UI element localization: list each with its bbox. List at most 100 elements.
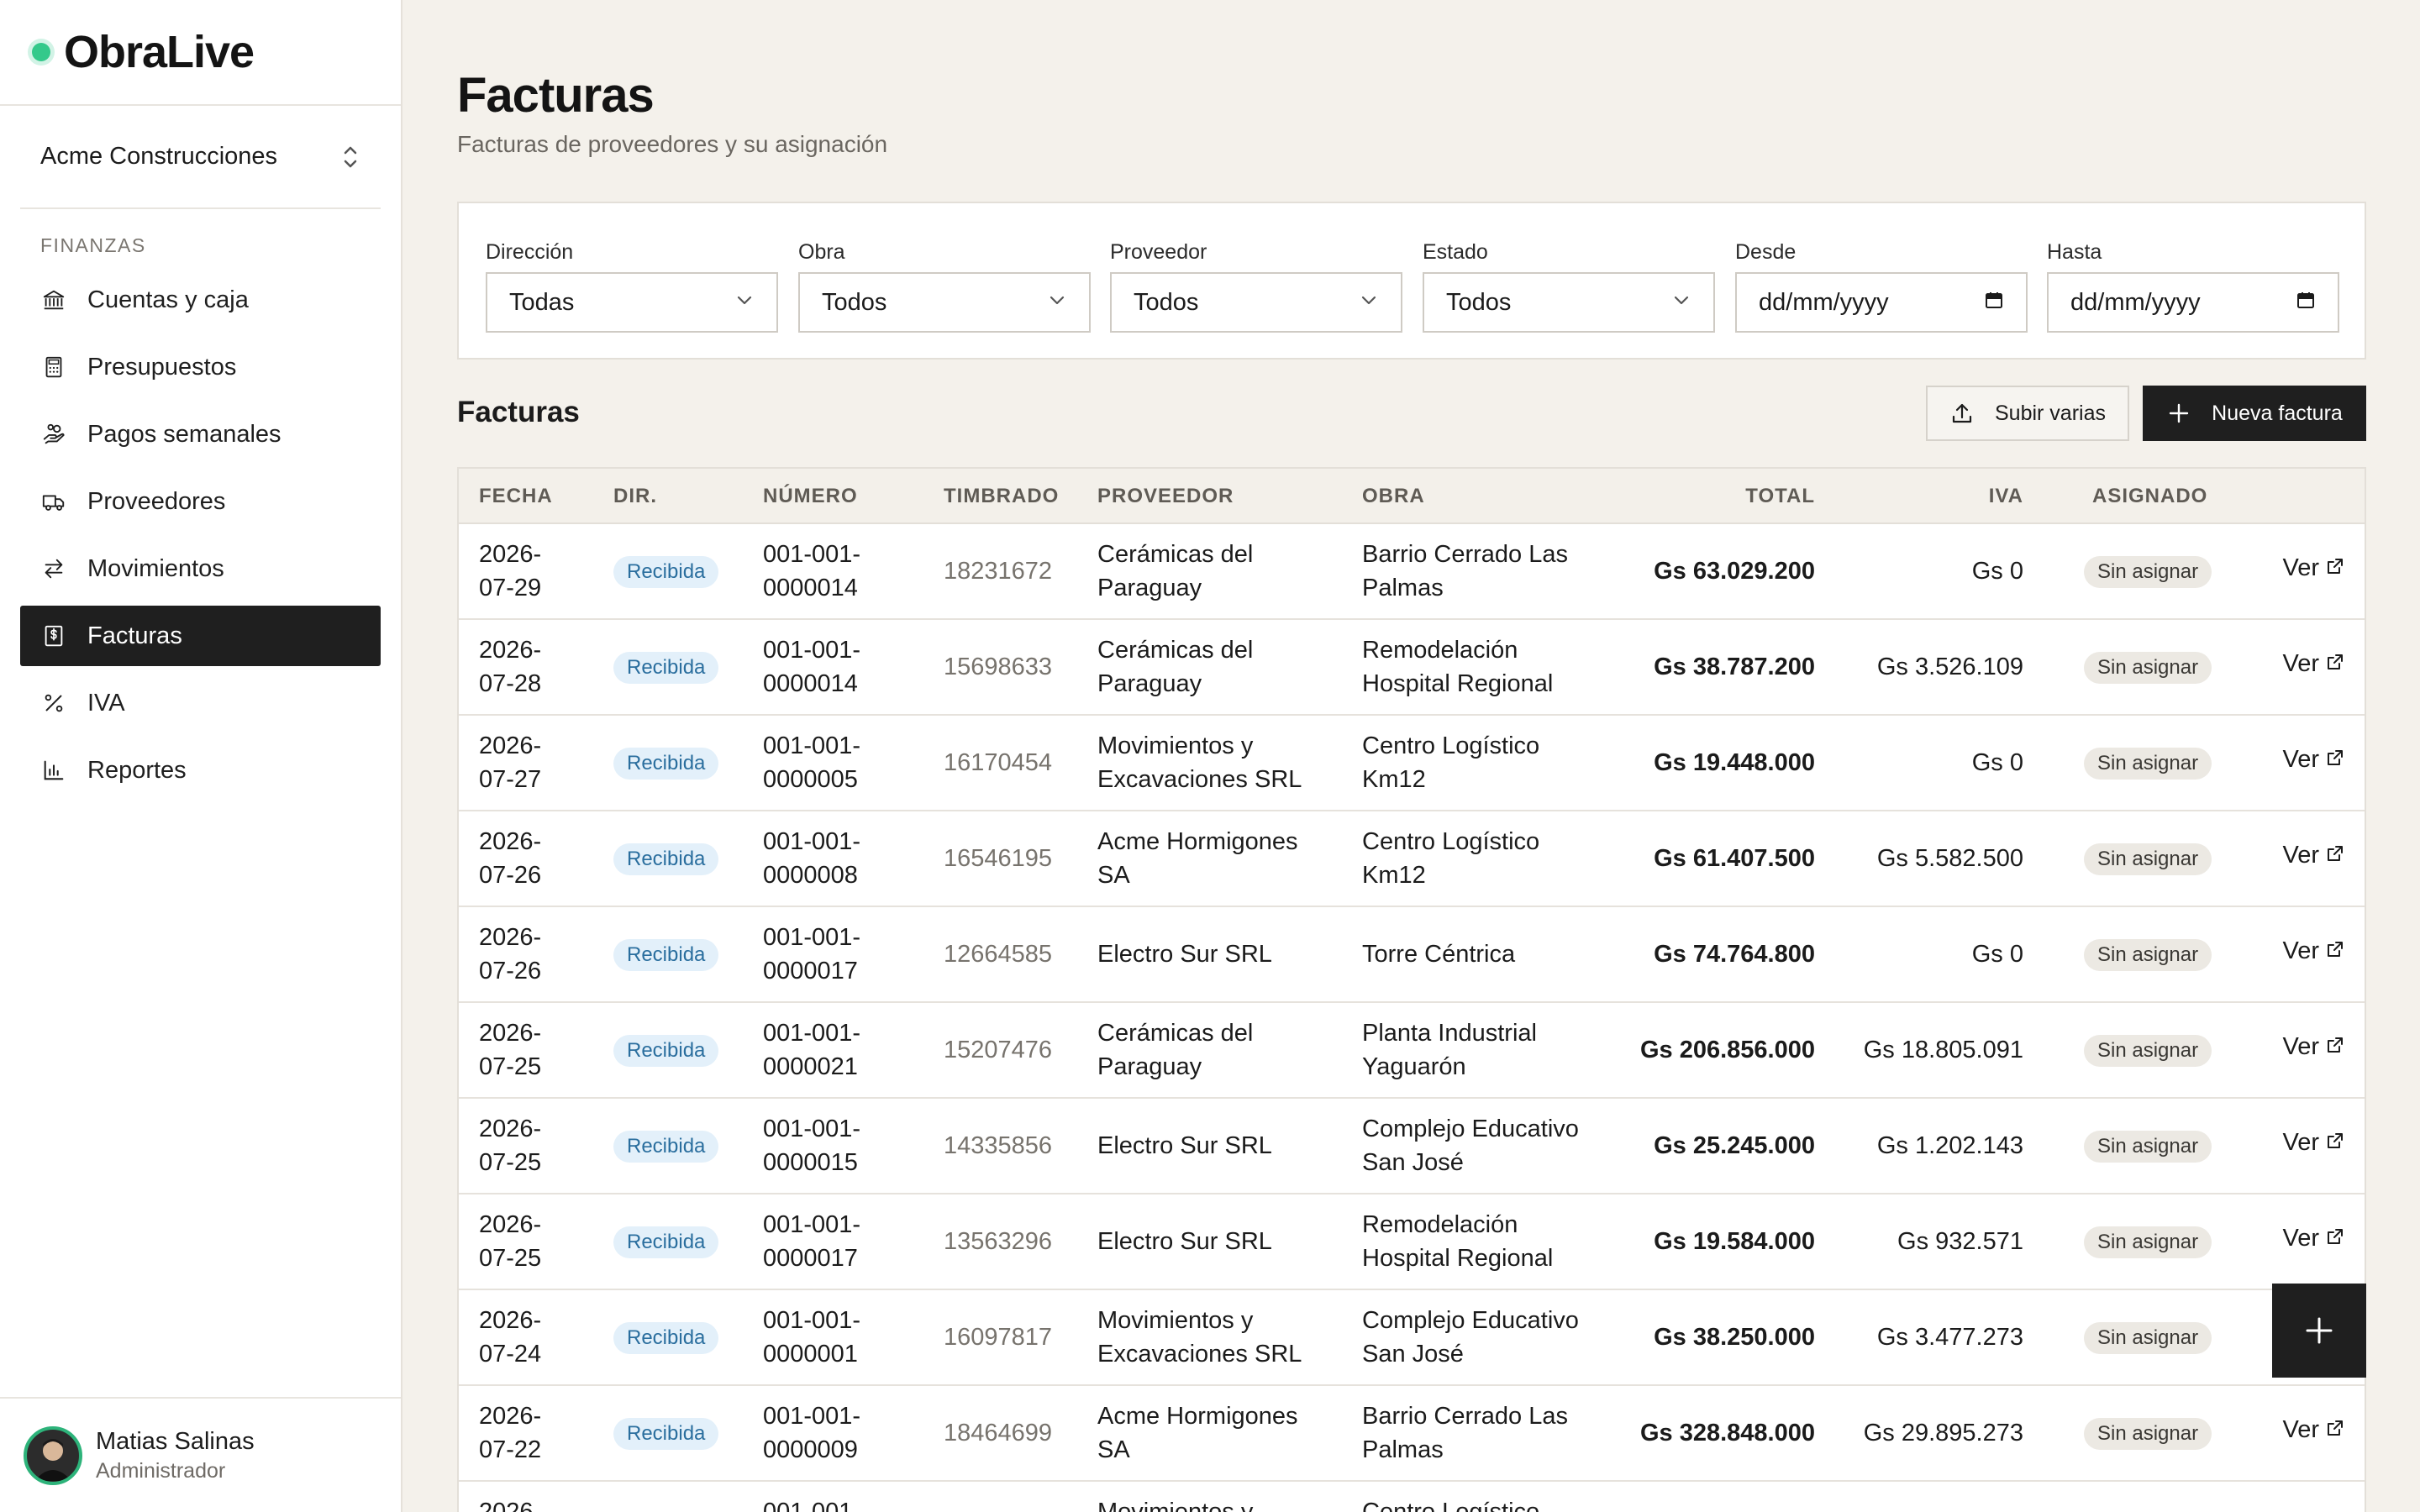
select-proveedor[interactable]: Todos: [1110, 272, 1402, 333]
cell-fecha: 2026- 07-28: [479, 633, 541, 701]
table-row[interactable]: 2026- 07-29 Recibida 001-001- 0000014 1823167…: [459, 524, 2365, 620]
view-link[interactable]: Ver: [2282, 554, 2344, 582]
cell-obra: Remodelación Hospital Regional: [1362, 633, 1553, 701]
cell-line: 001-001-: [763, 924, 861, 951]
column-header-proveedor[interactable]: PROVEEDOR: [1097, 469, 1234, 524]
cell-timbrado: 15207476: [944, 1037, 1053, 1063]
cell-fecha: 2026- 07-25: [479, 1112, 541, 1179]
select-obra[interactable]: Todos: [798, 272, 1091, 333]
cell-line: 0000014: [763, 575, 858, 601]
sidebar-item-pagos-semanales[interactable]: Pagos semanales: [20, 404, 381, 465]
column-header-obra[interactable]: OBRA: [1362, 469, 1425, 524]
view-link[interactable]: Ver: [2282, 1033, 2344, 1061]
logo[interactable]: ObraLive: [0, 0, 401, 106]
cell-line: Yaguarón: [1362, 1053, 1466, 1080]
new-invoice-button[interactable]: Nueva factura: [2143, 386, 2366, 441]
view-link[interactable]: Ver: [2282, 1416, 2344, 1444]
table-row[interactable]: 2026- 07-26 Recibida 001-001- 0000008 1654619…: [459, 811, 2365, 907]
cell-line: Movimientos y: [1097, 1307, 1254, 1334]
cell-obra: Centro Logístico Km12: [1362, 825, 1539, 892]
column-header-asignado[interactable]: ASIGNADO: [2092, 469, 2207, 524]
cell-line: San José: [1362, 1149, 1464, 1176]
upload-multiple-button[interactable]: Subir varias: [1926, 386, 2129, 441]
column-header-total[interactable]: TOTAL: [1745, 469, 1815, 524]
column-header-dir[interactable]: DIR.: [613, 469, 657, 524]
cell-numero: 001-001- 0000021: [763, 1016, 860, 1084]
view-link[interactable]: Ver: [2282, 842, 2344, 869]
sidebar-item-movimientos[interactable]: Movimientos: [20, 538, 381, 599]
sidebar-item-cuentas-y-caja[interactable]: Cuentas y caja: [20, 270, 381, 330]
table-row[interactable]: 2026- 07-28 Recibida 001-001- 0000014 1569863…: [459, 620, 2365, 716]
direction-badge: Recibida: [613, 556, 719, 588]
cell-fecha: 2026- 07-26: [479, 921, 541, 988]
cell-timbrado: 18464699: [944, 1420, 1053, 1446]
arrows-swap-icon: [40, 555, 67, 582]
cell-total: Gs 19.448.000: [1654, 749, 1815, 776]
cell-line: Palmas: [1362, 575, 1444, 601]
table-row[interactable]: 2026- 07-26 Recibida 001-001- 0000017 1266458…: [459, 907, 2365, 1003]
view-link[interactable]: Ver: [2282, 650, 2344, 678]
table-row[interactable]: 2026- 07-25 Recibida 001-001- 0000017 1356329…: [459, 1194, 2365, 1290]
page-title: Facturas: [457, 68, 655, 123]
view-link[interactable]: Ver: [2282, 937, 2344, 965]
cell-line: Electro Sur SRL: [1097, 941, 1272, 968]
cell-obra: Complejo Educativo San José: [1362, 1304, 1579, 1371]
table-row[interactable]: 2026- 07-24 Recibida 001-001- 0000001 1609781…: [459, 1290, 2365, 1386]
cell-line: 07-26: [479, 958, 542, 984]
cell-line: 2026-: [479, 924, 542, 951]
select-estado[interactable]: Todos: [1423, 272, 1715, 333]
column-header-timbrado[interactable]: TIMBRADO: [944, 469, 1059, 524]
cell-total: Gs 206.856.000: [1639, 1037, 1815, 1063]
plus-icon: [2169, 403, 2189, 423]
cell-line: Movimientos y: [1097, 1499, 1254, 1512]
select-direccion[interactable]: Todas: [486, 272, 778, 333]
cell-line: Paraguay: [1097, 670, 1202, 697]
table-row[interactable]: 2026- 001-001- Movimientos y Centro Logísti…: [459, 1482, 2365, 1512]
view-link[interactable]: Ver: [2282, 1129, 2344, 1157]
column-header-numero[interactable]: NÚMERO: [763, 469, 858, 524]
filter-value: dd/mm/yyyy: [1759, 288, 1889, 316]
column-header-fecha[interactable]: FECHA: [479, 469, 553, 524]
assignment-badge: Sin asignar: [2084, 843, 2212, 875]
org-name: Acme Construcciones: [40, 143, 278, 170]
view-link-label: Ver: [2282, 746, 2319, 773]
cell-line: 001-001-: [763, 1116, 861, 1142]
user-profile[interactable]: Matias Salinas Administrador: [0, 1397, 401, 1512]
sidebar-item-reportes[interactable]: Reportes: [20, 740, 381, 801]
table-row[interactable]: 2026- 07-22 Recibida 001-001- 0000009 1846469…: [459, 1386, 2365, 1482]
table-toolbar: Facturas Subir varias Nueva factura: [457, 386, 2366, 441]
chevron-up-down-icon: [344, 146, 357, 167]
cell-proveedor: Cerámicas del Paraguay: [1097, 1016, 1253, 1084]
sidebar-item-iva[interactable]: IVA: [20, 673, 381, 733]
view-link-label: Ver: [2282, 1416, 2319, 1443]
cell-line: 001-001-: [763, 1211, 861, 1238]
cell-fecha: 2026- 07-25: [479, 1208, 541, 1275]
cell-proveedor: Acme Hormigones SA: [1097, 825, 1298, 892]
floating-add-button[interactable]: [2272, 1284, 2366, 1378]
calculator-icon: [40, 354, 67, 381]
cell-line: 001-001-: [763, 828, 861, 855]
cell-numero: 001-001- 0000005: [763, 729, 860, 796]
org-switcher[interactable]: Acme Construcciones: [20, 106, 381, 209]
view-link[interactable]: Ver: [2282, 1225, 2344, 1252]
table-row[interactable]: 2026- 07-25 Recibida 001-001- 0000015 1433585…: [459, 1099, 2365, 1194]
sidebar-item-proveedores[interactable]: Proveedores: [20, 471, 381, 532]
cell-timbrado: 18231672: [944, 558, 1053, 585]
table-row[interactable]: 2026- 07-25 Recibida 001-001- 0000021 1520747…: [459, 1003, 2365, 1099]
cell-numero: 001-001- 0000001: [763, 1304, 860, 1371]
table-row[interactable]: 2026- 07-27 Recibida 001-001- 0000005 1617045…: [459, 716, 2365, 811]
cell-total: Gs 19.584.000: [1654, 1228, 1815, 1255]
sidebar: ObraLive Acme Construcciones FINANZAS Cu…: [0, 0, 402, 1512]
cell-iva: Gs 5.582.500: [1876, 845, 2023, 872]
user-name: Matias Salinas: [96, 1427, 255, 1455]
sidebar-item-presupuestos[interactable]: Presupuestos: [20, 337, 381, 397]
cell-proveedor: Electro Sur SRL: [1097, 1129, 1272, 1163]
sidebar-item-facturas[interactable]: Facturas: [20, 606, 381, 666]
date-input-hasta[interactable]: dd/mm/yyyy: [2047, 272, 2339, 333]
cell-line: Hospital Regional: [1362, 1245, 1554, 1272]
sidebar-item-label: Proveedores: [87, 487, 226, 515]
view-link[interactable]: Ver: [2282, 746, 2344, 774]
filter-label: Desde: [1735, 240, 1797, 264]
column-header-iva[interactable]: IVA: [1989, 469, 2023, 524]
date-input-desde[interactable]: dd/mm/yyyy: [1735, 272, 2028, 333]
